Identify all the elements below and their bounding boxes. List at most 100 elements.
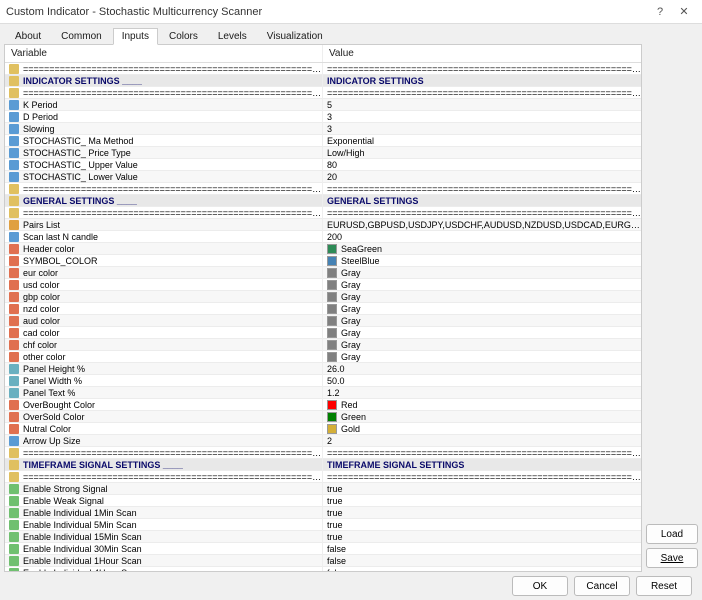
value-cell[interactable]: Green — [323, 411, 641, 423]
tab-inputs[interactable]: Inputs — [113, 28, 158, 45]
table-row[interactable]: INDICATOR SETTINGS ____INDICATOR SETTING… — [5, 75, 641, 87]
table-row[interactable]: cad colorGray — [5, 327, 641, 339]
load-button[interactable]: Load — [646, 524, 698, 544]
table-row[interactable]: ========================================… — [5, 87, 641, 99]
value-cell[interactable]: Gray — [323, 351, 641, 363]
tab-about[interactable]: About — [6, 28, 50, 45]
value-cell[interactable]: Gray — [323, 303, 641, 315]
table-row[interactable]: Enable Individual 1Hour Scanfalse — [5, 555, 641, 567]
value-cell[interactable]: 5 — [323, 99, 641, 111]
value-cell[interactable]: EURUSD,GBPUSD,USDJPY,USDCHF,AUDUSD,NZDUS… — [323, 219, 641, 231]
table-row[interactable]: ========================================… — [5, 63, 641, 75]
value-cell[interactable]: Low/High — [323, 147, 641, 159]
table-row[interactable]: OverSold ColorGreen — [5, 411, 641, 423]
value-cell[interactable]: Exponential — [323, 135, 641, 147]
value-cell[interactable]: ========================================… — [323, 183, 641, 195]
value-cell[interactable]: ========================================… — [323, 63, 641, 75]
table-row[interactable]: Enable Individual 5Min Scantrue — [5, 519, 641, 531]
column-header-variable[interactable]: Variable — [5, 45, 323, 62]
table-row[interactable]: STOCHASTIC_ Ma MethodExponential — [5, 135, 641, 147]
ok-button[interactable]: OK — [512, 576, 568, 596]
table-row[interactable]: Scan last N candle200 — [5, 231, 641, 243]
value-cell[interactable]: ========================================… — [323, 87, 641, 99]
table-row[interactable]: Slowing3 — [5, 123, 641, 135]
table-row[interactable]: ========================================… — [5, 471, 641, 483]
table-row[interactable]: Enable Weak Signaltrue — [5, 495, 641, 507]
table-row[interactable]: chf colorGray — [5, 339, 641, 351]
value-cell[interactable]: true — [323, 519, 641, 531]
value-cell[interactable]: false — [323, 567, 641, 572]
table-row[interactable]: K Period5 — [5, 99, 641, 111]
value-cell[interactable]: SteelBlue — [323, 255, 641, 267]
table-row[interactable]: Enable Individual 1Min Scantrue — [5, 507, 641, 519]
value-cell[interactable]: Gold — [323, 423, 641, 435]
value-cell[interactable]: 26.0 — [323, 363, 641, 375]
table-row[interactable]: ========================================… — [5, 183, 641, 195]
tab-levels[interactable]: Levels — [209, 28, 256, 45]
value-cell[interactable]: true — [323, 495, 641, 507]
table-row[interactable]: TIMEFRAME SIGNAL SETTINGS ____TIMEFRAME … — [5, 459, 641, 471]
value-cell[interactable]: Gray — [323, 267, 641, 279]
value-cell[interactable]: SeaGreen — [323, 243, 641, 255]
save-button[interactable]: Save — [646, 548, 698, 568]
table-row[interactable]: ========================================… — [5, 447, 641, 459]
table-row[interactable]: nzd colorGray — [5, 303, 641, 315]
table-row[interactable]: Panel Height %26.0 — [5, 363, 641, 375]
value-cell[interactable]: TIMEFRAME SIGNAL SETTINGS — [323, 459, 641, 471]
value-cell[interactable]: GENERAL SETTINGS — [323, 195, 641, 207]
cancel-button[interactable]: Cancel — [574, 576, 630, 596]
value-cell[interactable]: ========================================… — [323, 447, 641, 459]
help-button[interactable]: ? — [648, 0, 672, 24]
value-cell[interactable]: 200 — [323, 231, 641, 243]
value-cell[interactable]: false — [323, 555, 641, 567]
grid-body[interactable]: ========================================… — [5, 63, 641, 571]
tab-common[interactable]: Common — [52, 28, 111, 45]
tab-visualization[interactable]: Visualization — [258, 28, 332, 45]
table-row[interactable]: STOCHASTIC_ Lower Value20 — [5, 171, 641, 183]
value-cell[interactable]: 1.2 — [323, 387, 641, 399]
table-row[interactable]: Arrow Up Size2 — [5, 435, 641, 447]
table-row[interactable]: GENERAL SETTINGS ____GENERAL SETTINGS — [5, 195, 641, 207]
table-row[interactable]: Nutral ColorGold — [5, 423, 641, 435]
value-cell[interactable]: 3 — [323, 123, 641, 135]
table-row[interactable]: Pairs ListEURUSD,GBPUSD,USDJPY,USDCHF,AU… — [5, 219, 641, 231]
value-cell[interactable]: Gray — [323, 291, 641, 303]
table-row[interactable]: STOCHASTIC_ Upper Value80 — [5, 159, 641, 171]
value-cell[interactable]: ========================================… — [323, 207, 641, 219]
table-row[interactable]: usd colorGray — [5, 279, 641, 291]
value-cell[interactable]: 80 — [323, 159, 641, 171]
table-row[interactable]: gbp colorGray — [5, 291, 641, 303]
value-cell[interactable]: 20 — [323, 171, 641, 183]
value-cell[interactable]: true — [323, 507, 641, 519]
value-cell[interactable]: true — [323, 531, 641, 543]
reset-button[interactable]: Reset — [636, 576, 692, 596]
value-cell[interactable]: 50.0 — [323, 375, 641, 387]
value-cell[interactable]: Gray — [323, 339, 641, 351]
value-cell[interactable]: Red — [323, 399, 641, 411]
table-row[interactable]: Enable Individual 30Min Scanfalse — [5, 543, 641, 555]
tab-colors[interactable]: Colors — [160, 28, 207, 45]
table-row[interactable]: Enable Individual 4Hour Scanfalse — [5, 567, 641, 571]
table-row[interactable]: Header colorSeaGreen — [5, 243, 641, 255]
table-row[interactable]: aud colorGray — [5, 315, 641, 327]
table-row[interactable]: other colorGray — [5, 351, 641, 363]
table-row[interactable]: eur colorGray — [5, 267, 641, 279]
table-row[interactable]: STOCHASTIC_ Price TypeLow/High — [5, 147, 641, 159]
value-cell[interactable]: 3 — [323, 111, 641, 123]
value-cell[interactable]: INDICATOR SETTINGS — [323, 75, 641, 87]
table-row[interactable]: Panel Text %1.2 — [5, 387, 641, 399]
table-row[interactable]: SYMBOL_COLORSteelBlue — [5, 255, 641, 267]
table-row[interactable]: ========================================… — [5, 207, 641, 219]
table-row[interactable]: D Period3 — [5, 111, 641, 123]
value-cell[interactable]: false — [323, 543, 641, 555]
value-cell[interactable]: 2 — [323, 435, 641, 447]
table-row[interactable]: OverBought ColorRed — [5, 399, 641, 411]
table-row[interactable]: Enable Individual 15Min Scantrue — [5, 531, 641, 543]
value-cell[interactable]: Gray — [323, 315, 641, 327]
table-row[interactable]: Enable Strong Signaltrue — [5, 483, 641, 495]
value-cell[interactable]: Gray — [323, 279, 641, 291]
value-cell[interactable]: Gray — [323, 327, 641, 339]
column-header-value[interactable]: Value — [323, 45, 641, 62]
close-button[interactable]: ✕ — [672, 0, 696, 24]
value-cell[interactable]: true — [323, 483, 641, 495]
